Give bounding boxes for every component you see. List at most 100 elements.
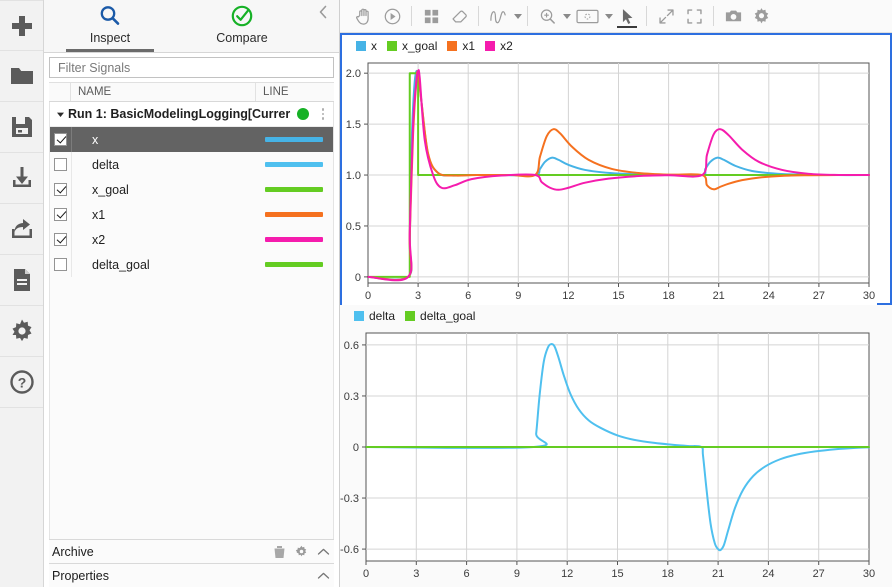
tab-inspect-label: Inspect xyxy=(89,31,131,45)
fullscreen-icon[interactable] xyxy=(680,2,708,30)
signal-row-delta_goal[interactable]: delta_goal xyxy=(50,252,333,277)
add-icon[interactable] xyxy=(0,0,43,51)
signal-checkbox-cell[interactable] xyxy=(50,227,72,252)
legend-swatch xyxy=(447,41,458,51)
chevron-left-icon[interactable] xyxy=(315,4,331,20)
fit-to-view-icon[interactable] xyxy=(571,2,603,30)
signal-row-delta[interactable]: delta xyxy=(50,152,333,177)
run-more-options-icon[interactable] xyxy=(316,108,330,120)
signal-line-swatch xyxy=(265,212,323,217)
svg-text:1.0: 1.0 xyxy=(346,170,361,182)
signal-checkbox-cell[interactable] xyxy=(50,202,72,227)
signal-row-x1[interactable]: x1 xyxy=(50,202,333,227)
legend-entry-x[interactable]: x xyxy=(356,39,377,53)
column-header-name: NAME xyxy=(71,83,256,101)
signal-checkbox[interactable] xyxy=(54,208,67,221)
trash-icon[interactable] xyxy=(268,545,290,559)
svg-text:6: 6 xyxy=(464,568,470,580)
svg-text:18: 18 xyxy=(662,290,674,302)
subplot-layout-icon[interactable] xyxy=(417,2,445,30)
signal-checkbox[interactable] xyxy=(54,183,67,196)
signal-checkbox-cell[interactable] xyxy=(50,127,72,152)
chevron-up-icon[interactable] xyxy=(312,571,334,581)
column-header-check xyxy=(49,83,71,101)
toolbar-separator xyxy=(411,6,412,26)
legend-entry-delta_goal[interactable]: delta_goal xyxy=(405,309,475,323)
tab-compare-label: Compare xyxy=(216,31,268,45)
signal-checkbox[interactable] xyxy=(54,133,67,146)
tab-inspect[interactable]: Inspect xyxy=(44,0,176,52)
svg-text:3: 3 xyxy=(413,568,419,580)
signal-row-x2[interactable]: x2 xyxy=(50,227,333,252)
preferences-gear-icon[interactable] xyxy=(0,306,43,357)
save-icon[interactable] xyxy=(0,102,43,153)
settings-gear-icon[interactable] xyxy=(747,2,775,30)
svg-text:-0.6: -0.6 xyxy=(340,544,359,556)
signal-checkbox-cell[interactable] xyxy=(50,252,72,277)
inspect-panel: Inspect Compare NAME LINE xyxy=(44,0,340,587)
signal-row-x[interactable]: x xyxy=(50,127,333,152)
signal-checkbox-cell[interactable] xyxy=(50,152,72,177)
lower-plot[interactable]: delta delta_goal 0 3 6 9 12 15 18 21 24 27 30 -0.6 -0… xyxy=(340,305,892,585)
expand-diagonal-icon[interactable] xyxy=(652,2,680,30)
snapshot-camera-icon[interactable] xyxy=(719,2,747,30)
chevron-down-icon[interactable] xyxy=(605,13,613,19)
signal-checkbox-cell[interactable] xyxy=(50,177,72,202)
eraser-icon[interactable] xyxy=(445,2,473,30)
legend-entry-x_goal[interactable]: x_goal xyxy=(387,39,437,53)
zoom-in-icon[interactable] xyxy=(533,2,561,30)
legend-entry-x1[interactable]: x1 xyxy=(447,39,475,53)
chevron-down-icon[interactable] xyxy=(54,110,67,119)
archive-section[interactable]: Archive xyxy=(49,539,334,563)
svg-text:18: 18 xyxy=(662,568,674,580)
chevron-down-icon[interactable] xyxy=(514,13,522,19)
signal-style-icon[interactable] xyxy=(484,2,512,30)
plot-area: x x_goal x1 x2 0 3 6 9 12 15 18 21 24 27 30 0 0.5 1.0 1.5… xyxy=(340,0,892,587)
column-header-line: LINE xyxy=(263,86,289,98)
legend-swatch xyxy=(387,41,397,51)
gear-icon[interactable] xyxy=(290,545,312,558)
signal-line-swatch-cell[interactable] xyxy=(255,162,333,167)
svg-text:27: 27 xyxy=(813,568,825,580)
share-export-icon[interactable] xyxy=(0,204,43,255)
report-icon[interactable] xyxy=(0,255,43,306)
chevron-down-icon[interactable] xyxy=(563,13,571,19)
svg-text:24: 24 xyxy=(762,568,774,580)
upper-plot-axes[interactable]: 0 3 6 9 12 15 18 21 24 27 30 0 0.5 1.0 1.5 2.0 xyxy=(342,57,890,305)
properties-label: Properties xyxy=(52,568,109,583)
signal-line-swatch xyxy=(265,137,323,142)
tab-compare[interactable]: Compare xyxy=(176,0,308,52)
signal-checkbox[interactable] xyxy=(54,158,67,171)
svg-text:9: 9 xyxy=(514,568,520,580)
import-icon[interactable] xyxy=(0,153,43,204)
svg-text:0: 0 xyxy=(365,290,371,302)
help-icon[interactable]: ? xyxy=(0,357,43,408)
arrow-pointer-icon[interactable] xyxy=(613,2,641,30)
run-row[interactable]: Run 1: BasicModelingLogging[Currer xyxy=(50,102,333,127)
legend-swatch xyxy=(485,41,496,51)
svg-text:0.5: 0.5 xyxy=(346,221,361,233)
filter-signals-box[interactable] xyxy=(49,57,334,78)
play-cursor-icon[interactable] xyxy=(378,2,406,30)
search-input[interactable] xyxy=(56,59,327,76)
signal-line-swatch-cell[interactable] xyxy=(255,212,333,217)
lower-plot-axes[interactable]: 0 3 6 9 12 15 18 21 24 27 30 -0.6 -0.3 0 0.3 0.6 xyxy=(340,327,892,583)
svg-text:1.5: 1.5 xyxy=(346,119,361,131)
signal-line-swatch-cell[interactable] xyxy=(255,137,333,142)
upper-plot[interactable]: x x_goal x1 x2 0 3 6 9 12 15 18 21 24 27 30 0 0.5 1.0 1.5… xyxy=(340,33,892,305)
signal-line-swatch-cell[interactable] xyxy=(255,187,333,192)
signal-checkbox[interactable] xyxy=(54,258,67,271)
pan-hand-icon[interactable] xyxy=(350,2,378,30)
signal-line-swatch-cell[interactable] xyxy=(255,262,333,267)
signal-line-swatch-cell[interactable] xyxy=(255,237,333,242)
chevron-up-icon[interactable] xyxy=(312,547,334,557)
signal-table-header: NAME LINE xyxy=(49,82,334,102)
open-folder-icon[interactable] xyxy=(0,51,43,102)
legend-entry-x2[interactable]: x2 xyxy=(485,39,513,53)
signal-row-x_goal[interactable]: x_goal xyxy=(50,177,333,202)
properties-section[interactable]: Properties xyxy=(49,563,334,587)
legend-label: x_goal xyxy=(402,39,438,53)
legend-entry-delta[interactable]: delta xyxy=(354,309,395,323)
signal-checkbox[interactable] xyxy=(54,233,67,246)
compare-check-icon xyxy=(230,3,254,29)
